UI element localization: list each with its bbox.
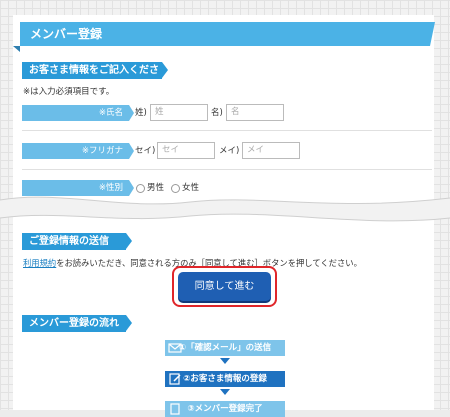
section-heading-arrow bbox=[126, 315, 132, 331]
mei-label: 名) bbox=[211, 108, 223, 118]
document-icon bbox=[170, 403, 180, 415]
flow-step-2: ②お客さま情報の登録 bbox=[165, 371, 285, 387]
divider bbox=[22, 130, 432, 131]
sei-kana-label: セイ) bbox=[135, 146, 156, 156]
section-heading-send-text: ご登録情報の送信 bbox=[29, 236, 109, 247]
page-title-text: メンバー登録 bbox=[30, 27, 103, 41]
section-heading-arrow bbox=[162, 62, 168, 78]
flow-step-1-text: ①「確認メール」の送信 bbox=[178, 343, 272, 353]
mei-input[interactable]: 名 bbox=[226, 104, 284, 121]
sei-kana-input[interactable]: セイ bbox=[157, 142, 215, 159]
flow-step-3-text: ③メンバー登録完了 bbox=[187, 404, 263, 414]
flow-step-1: ①「確認メール」の送信 bbox=[165, 340, 285, 356]
edit-form-icon bbox=[169, 373, 181, 385]
banner-fold-right bbox=[430, 22, 435, 46]
required-note: ※は入力必須項目です。 bbox=[23, 87, 115, 97]
flow-step-3: ③メンバー登録完了 bbox=[165, 401, 285, 417]
section-heading-arrow bbox=[126, 233, 132, 249]
section-heading-info: お客さま情報をご記入ください bbox=[22, 62, 168, 93]
mail-icon bbox=[168, 343, 182, 353]
mei-kana-input[interactable]: メイ bbox=[242, 142, 300, 159]
sei-input[interactable]: 姓 bbox=[150, 104, 208, 121]
flow-arrow-down-icon bbox=[220, 389, 230, 395]
field-label-kana: ※フリガナ bbox=[22, 143, 134, 159]
divider bbox=[22, 169, 432, 170]
agree-button[interactable]: 同意して進む bbox=[178, 272, 271, 301]
page-break-tear bbox=[0, 196, 450, 222]
banner-fold bbox=[13, 46, 20, 52]
section-heading-flow-text: メンバー登録の流れ bbox=[29, 318, 119, 329]
flow-step-2-text: ②お客さま情報の登録 bbox=[183, 374, 267, 384]
field-label-name: ※氏名 bbox=[22, 105, 134, 121]
flow-arrow-down-icon bbox=[220, 358, 230, 364]
agree-button-highlight: 同意して進む bbox=[172, 266, 277, 307]
mei-kana-label: メイ) bbox=[219, 146, 240, 156]
terms-link[interactable]: 利用規約 bbox=[23, 258, 56, 268]
section-heading-flow: メンバー登録の流れ bbox=[22, 315, 132, 332]
section-heading-send: ご登録情報の送信 bbox=[22, 233, 132, 250]
page-title: メンバー登録 bbox=[13, 22, 435, 52]
sei-label: 姓) bbox=[135, 108, 147, 118]
